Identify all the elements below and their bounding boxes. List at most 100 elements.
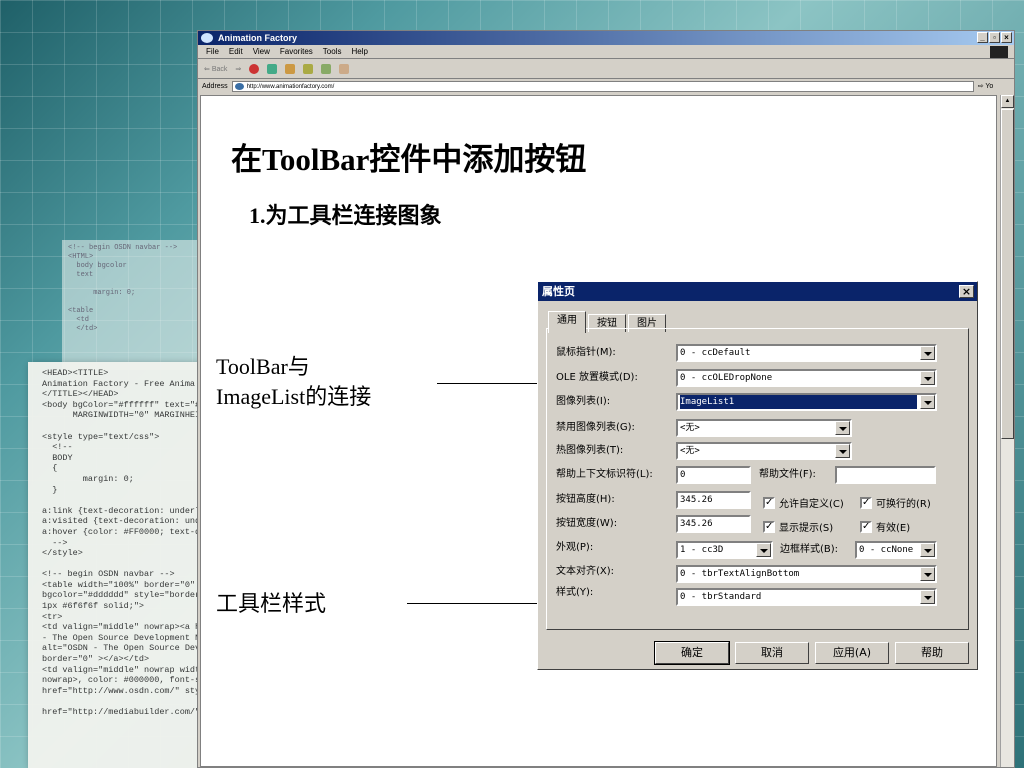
show-tips-label: 显示提示(S) (779, 523, 834, 534)
chevron-down-icon[interactable] (920, 371, 935, 385)
ole-drop-select[interactable]: 0 - ccOLEDropNone (676, 369, 937, 387)
menu-view[interactable]: View (253, 45, 270, 58)
chevron-down-icon[interactable] (835, 421, 850, 435)
cancel-button[interactable]: 取消 (735, 642, 809, 664)
text-align-label: 文本对齐(X): (556, 566, 615, 577)
history-icon[interactable] (303, 63, 314, 74)
hot-image-list-value: <无> (680, 446, 700, 456)
menu-help[interactable]: Help (351, 45, 367, 58)
enabled-checkbox[interactable]: ✓ 有效(E) (860, 519, 910, 534)
callout-imagelist-line2: ImageList的连接 (216, 384, 372, 409)
mail-icon[interactable] (339, 63, 350, 74)
menu-tools[interactable]: Tools (323, 45, 342, 58)
general-tab-panel: 鼠标指针(M): 0 - ccDefault OLE 放置模式(D): 0 - … (546, 328, 969, 630)
go-label: Yo (985, 83, 994, 90)
disabled-image-list-value: <无> (680, 423, 700, 433)
hot-image-list-label: 热图像列表(T): (556, 445, 624, 456)
show-tips-checkbox[interactable]: ✓ 显示提示(S) (763, 519, 833, 534)
button-height-input[interactable]: 345.26 (676, 491, 751, 509)
image-list-value: ImageList1 (680, 395, 917, 409)
windows-logo-icon (990, 46, 1008, 58)
callout-imagelist: ToolBar与 ImageList的连接 (216, 352, 371, 412)
stop-icon[interactable] (249, 63, 260, 74)
browser-titlebar: Animation Factory _ ▫ × (198, 31, 1014, 45)
ole-drop-label: OLE 放置模式(D): (556, 372, 638, 383)
appearance-select[interactable]: 1 - cc3D (676, 541, 773, 559)
allow-customize-checkbox[interactable]: ✓ 允许自定义(C) (763, 495, 844, 510)
chevron-down-icon[interactable] (920, 395, 935, 409)
button-height-label: 按钮高度(H): (556, 494, 615, 505)
print-icon[interactable] (321, 63, 332, 74)
checkbox-checked-icon: ✓ (763, 520, 775, 533)
chevron-down-icon[interactable] (835, 444, 850, 458)
menu-file[interactable]: File (206, 45, 219, 58)
help-button[interactable]: 帮助 (895, 642, 969, 664)
button-width-label: 按钮宽度(W): (556, 518, 618, 529)
chevron-down-icon[interactable] (920, 590, 935, 604)
minimize-icon[interactable]: _ (977, 32, 988, 43)
disabled-image-list-label: 禁用图像列表(G): (556, 422, 635, 433)
browser-title: Animation Factory (218, 33, 298, 43)
browser-toolbar: ⇐ Back ⇒ (198, 59, 1014, 79)
background-code-small: <!-- begin OSDN navbar --> <HTML> body b… (68, 244, 178, 333)
button-width-input[interactable]: 345.26 (676, 515, 751, 533)
slide-subtitle: 1.为工具栏连接图象 (249, 203, 442, 228)
apply-button[interactable]: 应用(A) (815, 642, 889, 664)
wrappable-label: 可换行的(R) (876, 499, 931, 510)
ie-logo-icon (201, 33, 213, 43)
refresh-icon[interactable] (267, 63, 278, 74)
back-label: Back (211, 65, 228, 73)
dialog-title: 属性页 (542, 285, 575, 298)
border-style-value: 0 - ccNone (859, 545, 914, 555)
wrappable-checkbox[interactable]: ✓ 可换行的(R) (860, 495, 931, 510)
menu-favorites[interactable]: Favorites (280, 45, 313, 58)
help-file-input[interactable] (835, 466, 936, 484)
help-context-input[interactable]: 0 (676, 466, 751, 484)
ole-drop-value: 0 - ccOLEDropNone (680, 373, 773, 383)
allow-customize-label: 允许自定义(C) (779, 499, 844, 510)
chevron-down-icon[interactable] (756, 543, 771, 557)
menu-edit[interactable]: Edit (229, 45, 243, 58)
forward-icon[interactable]: ⇒ (235, 65, 241, 73)
address-input[interactable]: http://www.animationfactory.com/ (231, 80, 974, 92)
checkbox-checked-icon: ✓ (763, 496, 775, 509)
close-icon[interactable]: × (1001, 32, 1012, 43)
chevron-down-icon[interactable] (920, 567, 935, 581)
mouse-pointer-select[interactable]: 0 - ccDefault (676, 344, 937, 362)
property-page-dialog: 属性页 × 通用 按钮 图片 鼠标指针(M): 0 - ccDefault OL… (537, 281, 978, 670)
dialog-titlebar: 属性页 × (538, 282, 977, 301)
back-button[interactable]: ⇐ Back (204, 65, 227, 73)
border-style-label: 边框样式(B): (780, 544, 839, 555)
text-align-value: 0 - tbrTextAlignBottom (680, 569, 800, 579)
image-list-label: 图像列表(I): (556, 396, 611, 407)
appearance-value: 1 - cc3D (680, 545, 724, 555)
browser-menubar: File Edit View Favorites Tools Help (198, 45, 1014, 59)
go-button[interactable]: ⇨ Yo (978, 82, 994, 90)
restore-icon[interactable]: ▫ (989, 32, 1000, 43)
scroll-thumb[interactable] (1001, 109, 1014, 439)
dialog-close-button[interactable]: × (959, 285, 974, 298)
callout-imagelist-line1: ToolBar与 (216, 354, 310, 379)
vertical-scrollbar[interactable]: ▲ (1000, 95, 1014, 767)
appearance-label: 外观(P): (556, 542, 594, 553)
chevron-down-icon[interactable] (920, 346, 935, 360)
style-select[interactable]: 0 - tbrStandard (676, 588, 937, 606)
help-file-label: 帮助文件(F): (759, 469, 816, 480)
background-code-sheet-small: <!-- begin OSDN navbar --> <HTML> body b… (62, 240, 202, 370)
chevron-down-icon[interactable] (920, 543, 935, 557)
help-context-label: 帮助上下文标识符(L): (556, 469, 653, 480)
ok-button[interactable]: 确定 (654, 641, 730, 665)
border-style-select[interactable]: 0 - ccNone (855, 541, 937, 559)
image-list-select[interactable]: ImageList1 (676, 393, 937, 411)
address-label: Address (202, 82, 228, 90)
disabled-image-list-select[interactable]: <无> (676, 419, 852, 437)
home-icon[interactable] (285, 63, 296, 74)
text-align-select[interactable]: 0 - tbrTextAlignBottom (676, 565, 937, 583)
style-label: 样式(Y): (556, 587, 594, 598)
tab-general[interactable]: 通用 (548, 311, 586, 333)
callout-toolbar-style: 工具栏样式 (216, 591, 327, 616)
checkbox-checked-icon: ✓ (860, 520, 872, 533)
checkbox-checked-icon: ✓ (860, 496, 872, 509)
scroll-up-icon[interactable]: ▲ (1001, 95, 1014, 108)
hot-image-list-select[interactable]: <无> (676, 442, 852, 460)
